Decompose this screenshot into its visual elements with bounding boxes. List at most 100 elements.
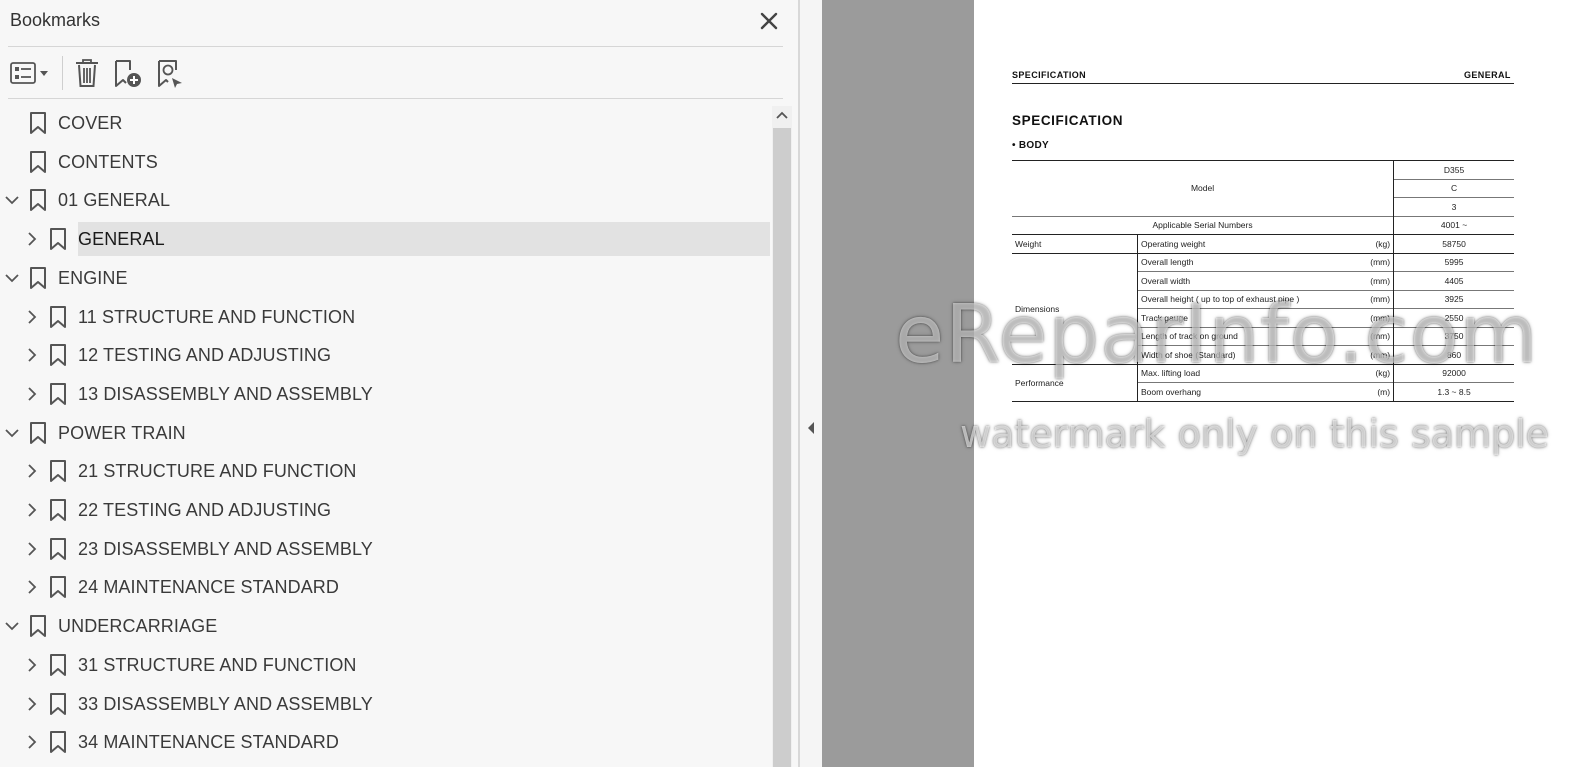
model-label: Model	[1190, 183, 1215, 194]
bookmark-label: 24 MAINTENANCE STANDARD	[78, 577, 340, 597]
panel-header: Bookmarks	[0, 0, 798, 44]
list-options-icon	[10, 62, 48, 84]
item-label: Overall length	[1137, 253, 1344, 272]
unit-label: (kg)	[1375, 238, 1391, 249]
chevron-right-icon[interactable]	[23, 462, 41, 480]
serial-value: 4001 ~	[1393, 216, 1514, 235]
page-header-left: SPECIFICATION	[1012, 70, 1087, 80]
options-button[interactable]	[8, 56, 54, 90]
close-panel-button[interactable]	[754, 6, 784, 36]
model-value: C	[1393, 178, 1514, 198]
bookmark-icon	[30, 267, 46, 289]
bookmark-item[interactable]: 22 TESTING AND ADJUSTING	[0, 493, 772, 527]
trash-icon	[76, 59, 98, 87]
bookmark-icon	[30, 615, 46, 637]
bookmark-label: COVER	[58, 113, 123, 133]
serial-label: Applicable Serial Numbers	[1152, 220, 1253, 231]
bookmark-item[interactable]: 23 DISASSEMBLY AND ASSEMBLY	[0, 532, 772, 566]
bookmark-icon	[50, 654, 66, 676]
bookmark-icon	[50, 460, 66, 482]
selection-highlight	[78, 222, 770, 256]
bookmark-item[interactable]: 34 MAINTENANCE STANDARD	[0, 725, 772, 759]
scroll-up-button[interactable]	[772, 106, 792, 126]
bookmark-item[interactable]: ENGINE	[0, 261, 772, 295]
chevron-right-icon[interactable]	[23, 346, 41, 364]
bookmark-icon	[50, 576, 66, 598]
toolbar-bottom-divider	[8, 98, 783, 99]
chevron-right-icon[interactable]	[23, 656, 41, 674]
panel-splitter[interactable]	[799, 0, 822, 767]
chevron-right-icon[interactable]	[23, 578, 41, 596]
chevron-down-icon[interactable]	[3, 424, 21, 442]
chevron-right-icon[interactable]	[23, 695, 41, 713]
document-page: SPECIFICATION GENERAL SPECIFICATION • BO…	[974, 0, 1580, 767]
bookmark-label: UNDERCARRIAGE	[58, 616, 218, 636]
page-header-right: GENERAL	[1464, 70, 1511, 80]
model-value: 3	[1393, 197, 1514, 216]
find-bookmark-button[interactable]	[154, 56, 186, 90]
bookmark-label: 12 TESTING AND ADJUSTING	[78, 345, 332, 365]
bookmark-icon	[50, 499, 66, 521]
new-bookmark-button[interactable]	[112, 56, 144, 90]
doc-title: SPECIFICATION	[1012, 113, 1124, 128]
bookmark-icon	[30, 422, 46, 444]
bookmark-item[interactable]: COVER	[0, 106, 772, 140]
group-label: Weight	[1015, 238, 1042, 249]
spec-value: 5995	[1393, 253, 1514, 272]
bookmark-item[interactable]: 01 GENERAL	[0, 183, 772, 217]
bookmark-label: 31 STRUCTURE AND FUNCTION	[78, 655, 357, 675]
toolbar-divider	[62, 56, 63, 90]
chevron-down-icon[interactable]	[3, 269, 21, 287]
chevron-up-icon	[776, 111, 788, 119]
bookmark-item[interactable]: 11 STRUCTURE AND FUNCTION	[0, 300, 772, 334]
chevron-right-icon[interactable]	[23, 501, 41, 519]
bookmark-item[interactable]: POWER TRAIN	[0, 416, 772, 450]
table-row: Model D355	[1012, 160, 1514, 193]
watermark-logo-text: eReparInfo.com	[895, 288, 1539, 381]
bookmark-label: CONTENTS	[58, 152, 158, 172]
watermark-sample-text: watermark only on this sample	[960, 412, 1550, 456]
bookmark-icon	[50, 383, 66, 405]
bookmark-item[interactable]: 31 STRUCTURE AND FUNCTION	[0, 648, 772, 682]
bookmark-icon	[50, 693, 66, 715]
model-value: D355	[1393, 160, 1514, 179]
bookmark-item[interactable]: 13 DISASSEMBLY AND ASSEMBLY	[0, 377, 772, 411]
document-background	[822, 0, 974, 767]
bookmark-item[interactable]: 21 STRUCTURE AND FUNCTION	[0, 454, 772, 488]
doc-section: • BODY	[1012, 140, 1049, 151]
chevron-right-icon[interactable]	[23, 733, 41, 751]
bookmark-label: 21 STRUCTURE AND FUNCTION	[78, 461, 357, 481]
bookmarks-toolbar	[0, 50, 798, 96]
chevron-down-icon[interactable]	[3, 191, 21, 209]
item-label: Operating weight	[1137, 234, 1344, 253]
delete-bookmark-button[interactable]	[72, 56, 102, 90]
chevron-down-icon[interactable]	[3, 617, 21, 635]
bookmark-icon	[50, 344, 66, 366]
page-header-rule	[1012, 83, 1514, 84]
triangle-left-icon	[808, 422, 814, 434]
unit-label: (mm)	[1370, 257, 1391, 268]
bookmark-icon	[50, 306, 66, 328]
chevron-right-icon[interactable]	[23, 230, 41, 248]
bookmark-item[interactable]: 12 TESTING AND ADJUSTING	[0, 338, 772, 372]
scrollbar[interactable]	[772, 106, 792, 767]
scroll-thumb[interactable]	[773, 128, 791, 767]
chevron-right-icon[interactable]	[23, 385, 41, 403]
bookmark-item[interactable]: CONTENTS	[0, 145, 772, 179]
bookmark-label: 22 TESTING AND ADJUSTING	[78, 500, 332, 520]
bookmark-item[interactable]: GENERAL	[0, 222, 772, 256]
bookmark-item[interactable]: 24 MAINTENANCE STANDARD	[0, 570, 772, 604]
bookmark-item[interactable]: UNDERCARRIAGE	[0, 609, 772, 643]
bookmark-item[interactable]: 33 DISASSEMBLY AND ASSEMBLY	[0, 687, 772, 721]
chevron-right-icon[interactable]	[23, 308, 41, 326]
collapse-panel-button[interactable]	[804, 418, 818, 438]
bookmarks-panel: Bookmarks COVER CONTENTS 01 GENERAL GENE…	[0, 0, 799, 767]
item-label: Boom overhang	[1137, 382, 1344, 401]
table-row: Dimensions Overall length (mm) 5995	[1012, 253, 1514, 314]
bookmark-label: 11 STRUCTURE AND FUNCTION	[78, 307, 356, 327]
bookmark-label: 33 DISASSEMBLY AND ASSEMBLY	[78, 694, 373, 714]
close-icon	[760, 12, 778, 30]
chevron-right-icon[interactable]	[23, 540, 41, 558]
bookmark-label: 01 GENERAL	[58, 190, 171, 210]
bookmark-label: 34 MAINTENANCE STANDARD	[78, 732, 340, 752]
